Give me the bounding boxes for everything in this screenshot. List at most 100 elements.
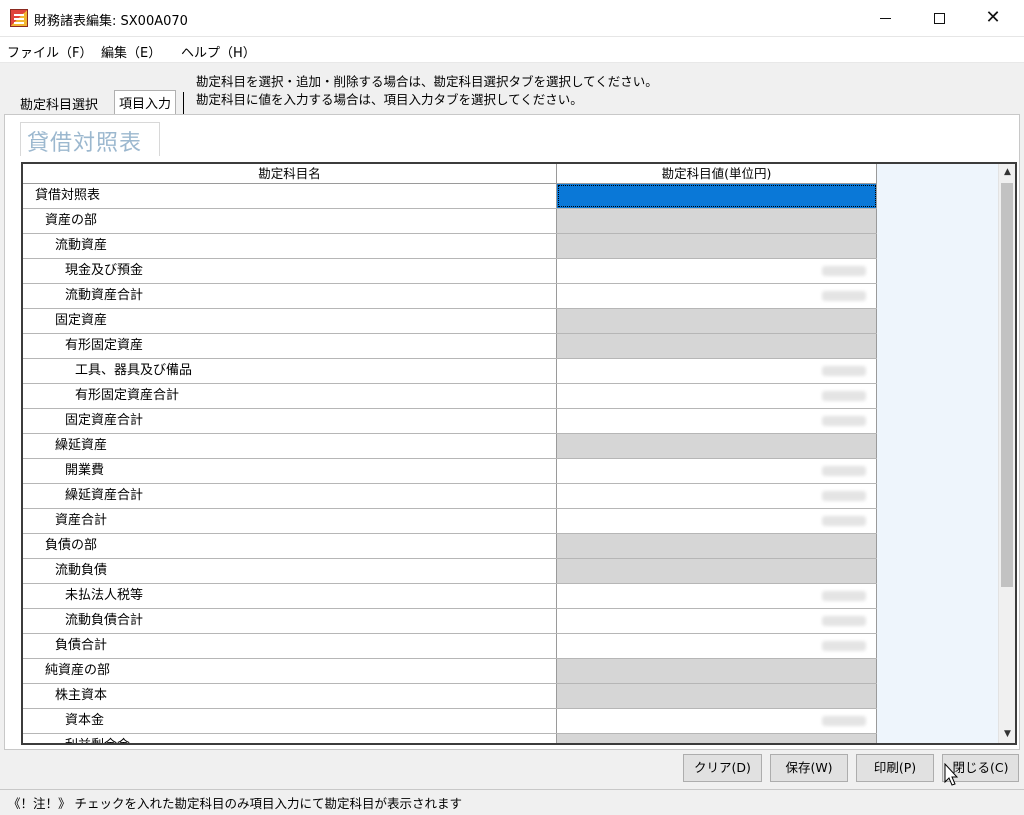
table-row[interactable]: 負債合計 — [23, 634, 877, 659]
account-name-cell: 流動資産合計 — [23, 284, 557, 308]
account-value-cell[interactable] — [557, 509, 877, 533]
account-value-cell[interactable] — [557, 359, 877, 383]
scrollbar-thumb[interactable] — [1001, 183, 1013, 587]
save-button[interactable]: 保存(W) — [770, 754, 848, 782]
table-row[interactable]: 負債の部 — [23, 534, 877, 559]
redacted-value — [822, 391, 866, 401]
redacted-value — [822, 291, 866, 301]
table-row[interactable]: 資産の部 — [23, 209, 877, 234]
vertical-scrollbar[interactable]: ▲ ▼ — [998, 164, 1015, 743]
table-row[interactable]: 有形固定資産合計 — [23, 384, 877, 409]
column-header-account-value: 勘定科目値(単位円) — [557, 164, 877, 183]
table-row[interactable]: 繰延資産合計 — [23, 484, 877, 509]
table-row[interactable]: 利益剰余金 — [23, 734, 877, 743]
close-window-button[interactable]: ✕ — [970, 0, 1016, 36]
account-name-cell: 繰延資産 — [23, 434, 557, 458]
account-value-cell[interactable] — [557, 634, 877, 658]
account-name-cell: 開業費 — [23, 459, 557, 483]
mouse-cursor-icon — [944, 763, 959, 786]
menu-help[interactable]: ヘルプ（H） — [181, 42, 256, 61]
grid-rows: 貸借対照表 資産の部 流動資産 現金及び預金 流動資産合計 固定資産 有形固定資産 工具、器具… — [23, 184, 877, 743]
account-value-cell[interactable] — [557, 459, 877, 483]
account-name-cell: 貸借対照表 — [23, 184, 557, 208]
account-value-cell[interactable] — [557, 409, 877, 433]
account-value-cell — [557, 309, 877, 333]
account-value-cell — [557, 534, 877, 558]
account-name-cell: 繰延資産合計 — [23, 484, 557, 508]
table-row[interactable]: 固定資産 — [23, 309, 877, 334]
table-row[interactable]: 未払法人税等 — [23, 584, 877, 609]
instruction-line-1: 勘定科目を選択・追加・削除する場合は、勘定科目選択タブを選択してください。 — [196, 74, 658, 89]
account-value-cell — [557, 684, 877, 708]
menu-bar: ファイル（F） 編集（E） ヘルプ（H） — [0, 37, 1024, 63]
account-value-cell — [557, 559, 877, 583]
table-row[interactable]: 有形固定資産 — [23, 334, 877, 359]
account-value-cell[interactable] — [557, 384, 877, 408]
account-name-cell: 利益剰余金 — [23, 734, 557, 743]
account-value-cell[interactable] — [557, 284, 877, 308]
account-value-cell[interactable] — [557, 609, 877, 633]
scroll-up-icon[interactable]: ▲ — [999, 164, 1015, 181]
account-value-cell[interactable] — [557, 709, 877, 733]
account-name-cell: 現金及び預金 — [23, 259, 557, 283]
account-name-cell: 純資産の部 — [23, 659, 557, 683]
account-value-cell — [557, 334, 877, 358]
account-grid: 勘定科目名 勘定科目値(単位円) 貸借対照表 資産の部 流動資産 現金及び預金 流動資産… — [21, 162, 1017, 745]
table-row[interactable]: 流動資産合計 — [23, 284, 877, 309]
maximize-button[interactable] — [916, 0, 962, 36]
account-name-cell: 流動負債合計 — [23, 609, 557, 633]
account-name-cell: 固定資産 — [23, 309, 557, 333]
scroll-down-icon[interactable]: ▼ — [999, 726, 1015, 743]
status-separator — [0, 789, 1024, 790]
table-row[interactable]: 現金及び預金 — [23, 259, 877, 284]
account-value-cell[interactable] — [557, 259, 877, 283]
table-row[interactable]: 流動負債 — [23, 559, 877, 584]
print-button[interactable]: 印刷(P) — [856, 754, 934, 782]
table-row[interactable]: 工具、器具及び備品 — [23, 359, 877, 384]
account-name-cell: 負債合計 — [23, 634, 557, 658]
redacted-value — [822, 616, 866, 626]
account-name-cell: 工具、器具及び備品 — [23, 359, 557, 383]
account-name-cell: 株主資本 — [23, 684, 557, 708]
menu-file[interactable]: ファイル（F） — [7, 42, 92, 61]
minimize-icon — [879, 17, 891, 19]
title-bar: 財務諸表編集: SX00A070 ✕ — [0, 0, 1024, 37]
table-row[interactable]: 株主資本 — [23, 684, 877, 709]
redacted-value — [822, 266, 866, 276]
table-row[interactable]: 資本金 — [23, 709, 877, 734]
table-row[interactable]: 固定資産合計 — [23, 409, 877, 434]
account-name-cell: 固定資産合計 — [23, 409, 557, 433]
account-name-cell: 資産の部 — [23, 209, 557, 233]
table-row[interactable]: 資産合計 — [23, 509, 877, 534]
column-header-account-name: 勘定科目名 — [23, 164, 557, 183]
menu-edit[interactable]: 編集（E） — [101, 42, 161, 61]
table-row[interactable]: 開業費 — [23, 459, 877, 484]
close-icon: ✕ — [985, 7, 1001, 28]
tab-item-input[interactable]: 項目入力 — [114, 90, 177, 114]
account-value-cell — [557, 434, 877, 458]
table-row[interactable]: 流動負債合計 — [23, 609, 877, 634]
redacted-value — [822, 641, 866, 651]
window-title: 財務諸表編集: SX00A070 — [34, 14, 188, 29]
account-name-cell: 資産合計 — [23, 509, 557, 533]
table-row[interactable]: 貸借対照表 — [23, 184, 877, 209]
redacted-value — [822, 466, 866, 476]
account-value-cell[interactable] — [557, 484, 877, 508]
account-name-cell: 未払法人税等 — [23, 584, 557, 608]
account-value-cell — [557, 734, 877, 743]
redacted-value — [822, 366, 866, 376]
table-row[interactable]: 純資産の部 — [23, 659, 877, 684]
redacted-value — [822, 716, 866, 726]
minimize-button[interactable] — [862, 0, 908, 36]
clear-button[interactable]: クリア(D) — [683, 754, 762, 782]
account-value-cell[interactable] — [557, 584, 877, 608]
instruction-line-2: 勘定科目に値を入力する場合は、項目入力タブを選択してください。 — [196, 92, 583, 107]
table-row[interactable]: 繰延資産 — [23, 434, 877, 459]
account-value-cell[interactable] — [557, 184, 877, 208]
redacted-value — [822, 416, 866, 426]
table-row[interactable]: 流動資産 — [23, 234, 877, 259]
tab-account-select[interactable]: 勘定科目選択 — [16, 92, 102, 114]
grid-header: 勘定科目名 勘定科目値(単位円) — [23, 164, 877, 184]
redacted-value — [822, 491, 866, 501]
redacted-value — [822, 516, 866, 526]
